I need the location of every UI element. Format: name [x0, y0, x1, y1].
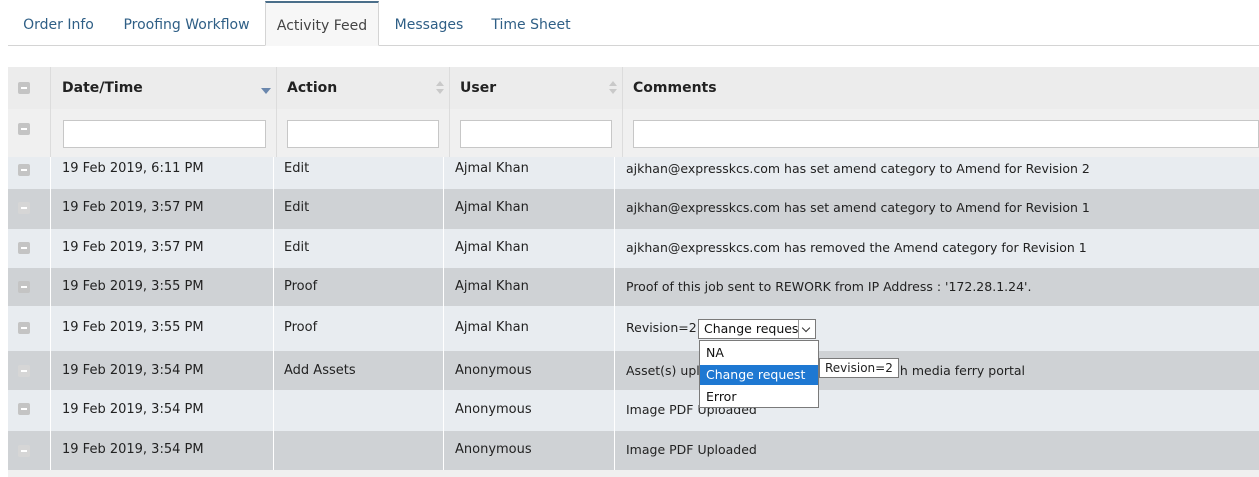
datetime-filter-input[interactable]: [63, 120, 266, 148]
row-user: Ajmal Khan: [455, 240, 529, 255]
row-action: Edit: [284, 240, 310, 255]
tab-messages[interactable]: Messages: [386, 2, 472, 46]
row-user: Ajmal Khan: [455, 200, 529, 215]
row-comment: ajkhan@expresskcs.com has set amend cate…: [626, 200, 1090, 215]
row-datetime: 19 Feb 2019, 6:11 PM: [62, 161, 204, 176]
row-checkbox[interactable]: [18, 445, 30, 457]
row-datetime: 19 Feb 2019, 3:54 PM: [62, 402, 204, 417]
row-comment: Proof of this job sent to REWORK from IP…: [626, 279, 1032, 294]
option-error[interactable]: Error: [700, 387, 818, 407]
filter-row: [8, 109, 1259, 157]
row-comment: Revision=2: [626, 320, 697, 335]
row-datetime: 19 Feb 2019, 3:57 PM: [62, 200, 204, 215]
row-user: Ajmal Khan: [455, 320, 529, 335]
column-divider: [50, 109, 51, 157]
column-divider: [276, 109, 277, 157]
tooltip: Revision=2: [819, 358, 899, 378]
category-dropdown-list: NA Change request Error: [699, 340, 819, 408]
row-datetime: 19 Feb 2019, 3:57 PM: [62, 240, 204, 255]
row-datetime: 19 Feb 2019, 3:54 PM: [62, 442, 204, 457]
row-datetime: 19 Feb 2019, 3:55 PM: [62, 279, 204, 294]
row-action: Edit: [284, 161, 310, 176]
row-comment: ajkhan@expresskcs.com has set amend cate…: [626, 161, 1090, 176]
tab-proofing-workflow[interactable]: Proofing Workflow: [115, 2, 258, 46]
row-user: Anonymous: [455, 442, 532, 457]
table-row[interactable]: 19 Feb 2019, 3:54 PM Anonymous Image PDF…: [8, 390, 1259, 431]
table-row[interactable]: 19 Feb 2019, 3:57 PM Edit Ajmal Khan ajk…: [8, 229, 1259, 268]
tab-activity-feed[interactable]: Activity Feed: [265, 1, 379, 46]
table-row[interactable]: 19 Feb 2019, 3:55 PM Proof Ajmal Khan Re…: [8, 306, 1259, 351]
row-comment-end: gh media ferry portal: [892, 363, 1026, 378]
row-checkbox[interactable]: [18, 322, 30, 334]
sort-icon[interactable]: [609, 81, 617, 97]
table-row[interactable]: 19 Feb 2019, 3:55 PM Proof Ajmal Khan Pr…: [8, 268, 1259, 306]
action-filter-input[interactable]: [287, 120, 439, 148]
comments-filter-input[interactable]: [633, 120, 1259, 148]
row-action: Add Assets: [284, 363, 356, 378]
row-comment: ajkhan@expresskcs.com has removed the Am…: [626, 240, 1087, 255]
column-divider: [50, 67, 51, 109]
revision-category-select[interactable]: Change request: [698, 319, 816, 339]
column-divider: [449, 67, 450, 109]
table-row[interactable]: 19 Feb 2019, 3:54 PM Add Assets Anonymou…: [8, 351, 1259, 390]
column-header-user[interactable]: User: [460, 67, 600, 109]
row-checkbox[interactable]: [18, 365, 30, 377]
column-divider: [622, 109, 623, 157]
row-action: Proof: [284, 320, 318, 335]
column-divider: [622, 67, 623, 109]
row-action: Edit: [284, 200, 310, 215]
row-user: Ajmal Khan: [455, 161, 529, 176]
tab-bar: Order Info Proofing Workflow Activity Fe…: [8, 0, 1259, 46]
row-checkbox[interactable]: [18, 202, 30, 214]
row-user: Anonymous: [455, 402, 532, 417]
tab-time-sheet[interactable]: Time Sheet: [484, 2, 578, 46]
row-comment: Image PDF Uploaded: [626, 442, 757, 457]
row-datetime: 19 Feb 2019, 3:55 PM: [62, 320, 204, 335]
column-header-comments[interactable]: Comments: [633, 67, 1033, 109]
sort-desc-icon[interactable]: [261, 81, 271, 97]
row-checkbox[interactable]: [18, 242, 30, 254]
selected-category: Change request: [704, 321, 804, 336]
sort-icon[interactable]: [436, 81, 444, 97]
table-row[interactable]: 19 Feb 2019, 6:11 PM Edit Ajmal Khan ajk…: [8, 157, 1259, 189]
table-header: Date/Time Action User Comments: [8, 67, 1259, 109]
tab-order-info[interactable]: Order Info: [8, 2, 109, 46]
column-divider: [449, 109, 450, 157]
option-na[interactable]: NA: [700, 343, 818, 363]
user-filter-input[interactable]: [460, 120, 612, 148]
table-row[interactable]: 19 Feb 2019, 3:54 PM Anonymous Image PDF…: [8, 431, 1259, 470]
column-header-datetime[interactable]: Date/Time: [62, 67, 262, 109]
column-header-action[interactable]: Action: [287, 67, 427, 109]
row-checkbox[interactable]: [18, 281, 30, 293]
row-datetime: 19 Feb 2019, 3:54 PM: [62, 363, 204, 378]
table-footer: [8, 470, 1259, 477]
row-comment-start: Asset(s) uplo: [626, 363, 708, 378]
filter-row-checkbox[interactable]: [18, 123, 30, 135]
column-divider: [276, 67, 277, 109]
select-all-checkbox[interactable]: [18, 82, 30, 94]
option-change-request[interactable]: Change request: [700, 365, 818, 385]
row-checkbox[interactable]: [18, 403, 30, 415]
chevron-down-icon[interactable]: [798, 320, 815, 338]
row-action: Proof: [284, 279, 318, 294]
row-user: Anonymous: [455, 363, 532, 378]
table-row[interactable]: 19 Feb 2019, 3:57 PM Edit Ajmal Khan ajk…: [8, 189, 1259, 229]
row-user: Ajmal Khan: [455, 279, 529, 294]
row-checkbox[interactable]: [18, 164, 30, 176]
